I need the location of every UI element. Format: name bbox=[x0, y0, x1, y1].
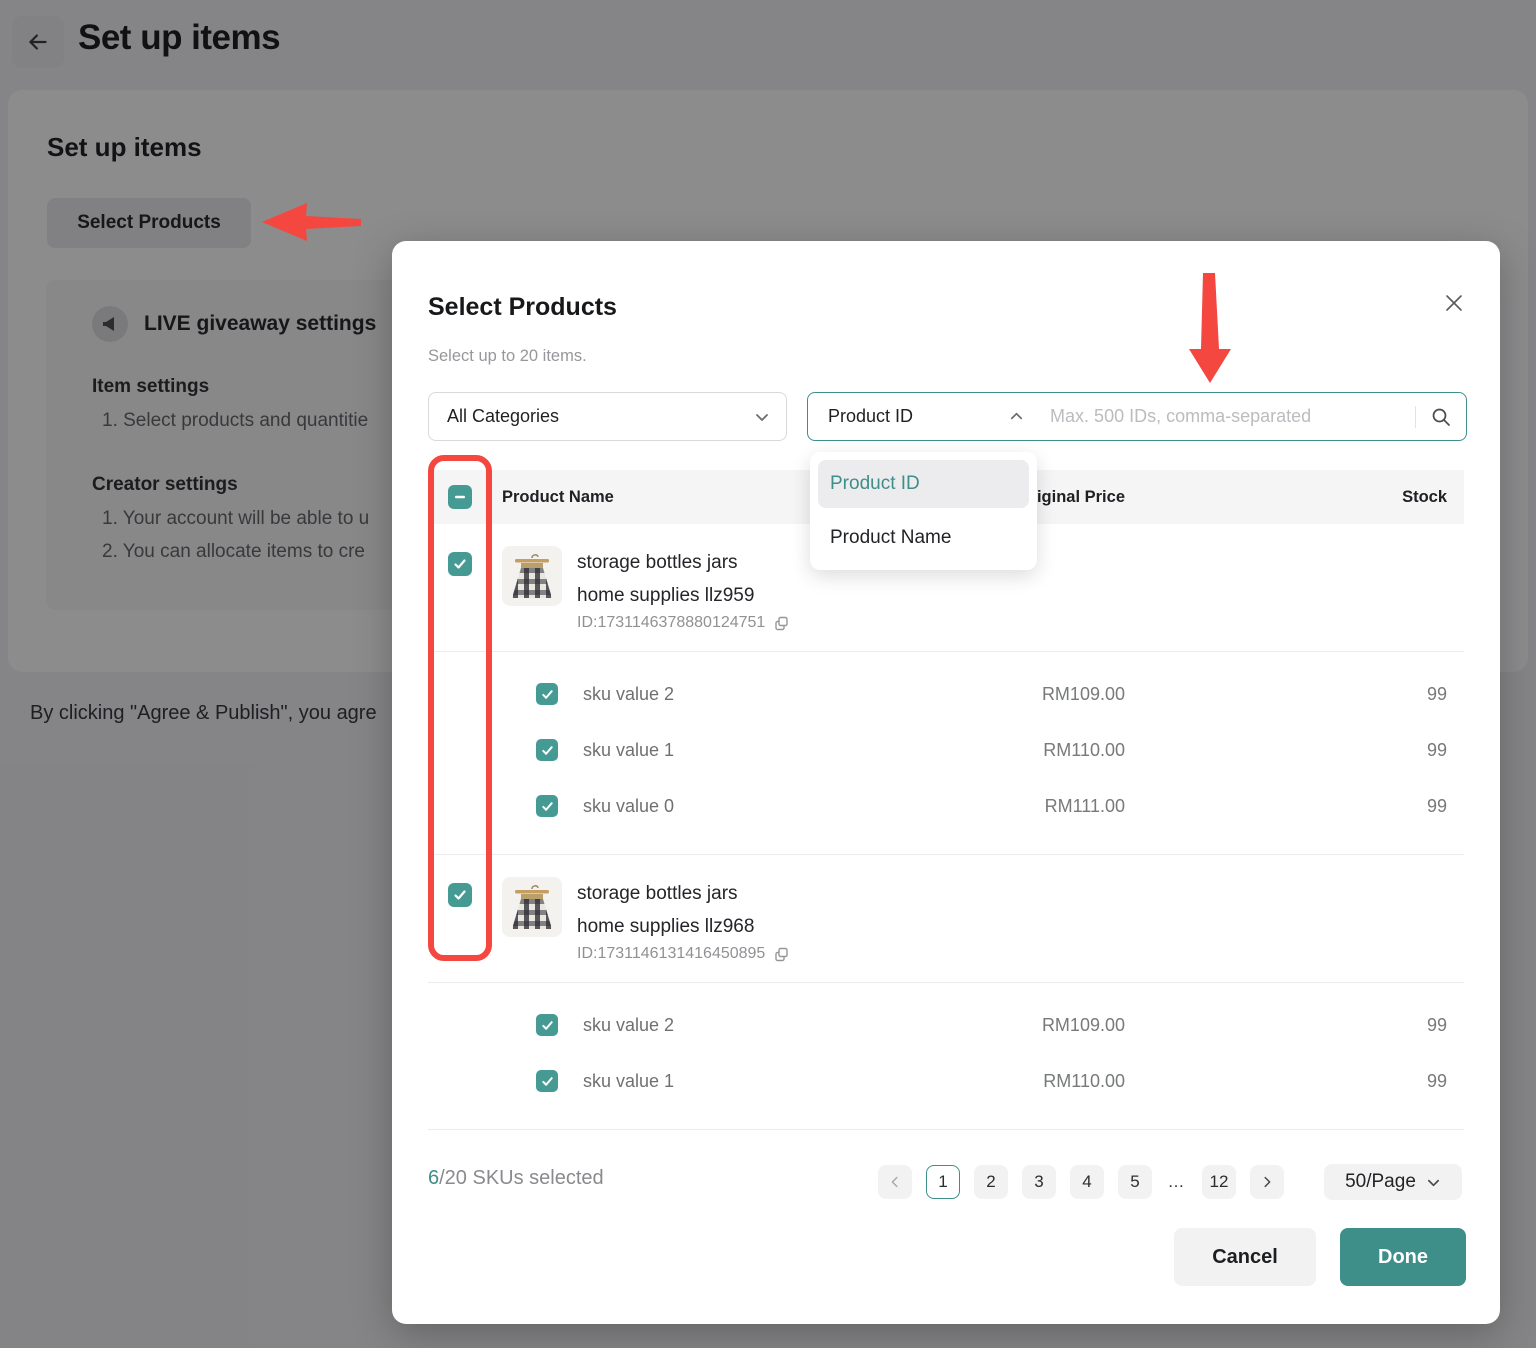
sku-price: RM110.00 bbox=[1043, 1071, 1125, 1092]
category-select[interactable]: All Categories bbox=[428, 392, 787, 441]
product-id: ID:1731146131416450895 bbox=[577, 945, 765, 963]
pagination-ellipsis: … bbox=[1166, 1172, 1188, 1192]
selected-count-number: 6 bbox=[428, 1167, 439, 1189]
select-all-checkbox[interactable] bbox=[448, 485, 472, 509]
product-block: storage bottles jars home supplies llz96… bbox=[428, 854, 1464, 1129]
sku-row: sku value 2 RM109.00 99 bbox=[428, 666, 1464, 722]
modal-title: Select Products bbox=[428, 293, 617, 322]
product-image bbox=[502, 877, 562, 937]
header-product-name: Product Name bbox=[502, 488, 614, 507]
header-stock: Stock bbox=[1402, 488, 1447, 507]
pagination-page-2[interactable]: 2 bbox=[974, 1165, 1008, 1199]
close-button[interactable] bbox=[1440, 289, 1468, 317]
product-id: ID:1731146378880124751 bbox=[577, 614, 765, 632]
pagination-page-4[interactable]: 4 bbox=[1070, 1165, 1104, 1199]
check-icon bbox=[541, 1075, 554, 1088]
check-icon bbox=[453, 557, 467, 571]
pagination-page-3[interactable]: 3 bbox=[1022, 1165, 1056, 1199]
sku-name: sku value 1 bbox=[583, 740, 674, 761]
sku-price: RM109.00 bbox=[1042, 684, 1125, 705]
search-type-dropdown: Product ID Product Name bbox=[810, 452, 1037, 570]
input-caret bbox=[1415, 406, 1416, 428]
check-icon bbox=[541, 744, 554, 757]
search-icon[interactable] bbox=[1430, 406, 1452, 428]
pagination-next-button[interactable] bbox=[1250, 1165, 1284, 1199]
done-button[interactable]: Done bbox=[1340, 1228, 1466, 1286]
modal-subtitle: Select up to 20 items. bbox=[428, 347, 587, 366]
search-input[interactable]: Max. 500 IDs, comma-separated bbox=[1050, 406, 1415, 427]
check-icon bbox=[453, 888, 467, 902]
dropdown-option-product-id[interactable]: Product ID bbox=[818, 460, 1029, 508]
sku-checkbox[interactable] bbox=[536, 683, 558, 705]
page-size-select[interactable]: 50/Page bbox=[1324, 1164, 1462, 1200]
close-icon bbox=[1443, 292, 1465, 314]
cancel-button[interactable]: Cancel bbox=[1174, 1228, 1316, 1286]
sku-stock: 99 bbox=[1427, 740, 1447, 761]
chevron-right-icon bbox=[1260, 1175, 1274, 1189]
sku-checkbox[interactable] bbox=[536, 1070, 558, 1092]
sku-checkbox[interactable] bbox=[536, 795, 558, 817]
pagination-page-5[interactable]: 5 bbox=[1118, 1165, 1152, 1199]
sku-price: RM109.00 bbox=[1042, 1015, 1125, 1036]
page-size-value: 50/Page bbox=[1345, 1171, 1416, 1193]
sku-row: sku value 1 RM110.00 99 bbox=[428, 1053, 1464, 1109]
sku-stock: 99 bbox=[1427, 796, 1447, 817]
selected-count-suffix: /20 SKUs selected bbox=[439, 1167, 604, 1189]
sku-row: sku value 0 RM111.00 99 bbox=[428, 778, 1464, 834]
product-name-line2: home supplies llz959 bbox=[577, 579, 790, 612]
copy-icon[interactable] bbox=[773, 615, 790, 632]
sku-name: sku value 0 bbox=[583, 796, 674, 817]
chevron-up-icon[interactable] bbox=[1009, 409, 1024, 424]
category-select-value: All Categories bbox=[447, 406, 754, 427]
sku-name: sku value 1 bbox=[583, 1071, 674, 1092]
pagination-prev-button[interactable] bbox=[878, 1165, 912, 1199]
chevron-left-icon bbox=[888, 1175, 902, 1189]
sku-stock: 99 bbox=[1427, 1071, 1447, 1092]
search-type-value: Product ID bbox=[828, 406, 913, 427]
sku-row: sku value 2 RM109.00 99 bbox=[428, 997, 1464, 1053]
sku-stock: 99 bbox=[1427, 1015, 1447, 1036]
sku-name: sku value 2 bbox=[583, 684, 674, 705]
check-icon bbox=[541, 800, 554, 813]
sku-price: RM110.00 bbox=[1043, 740, 1125, 761]
pagination: 1 2 3 4 5 … 12 bbox=[878, 1165, 1284, 1199]
indeterminate-icon bbox=[453, 490, 467, 504]
product-block: storage bottles jars home supplies llz95… bbox=[428, 524, 1464, 854]
sku-list: sku value 2 RM109.00 99 sku value 1 RM11… bbox=[428, 652, 1464, 854]
product-name-line1: storage bottles jars bbox=[577, 877, 790, 910]
chevron-down-icon bbox=[1426, 1175, 1441, 1190]
product-search-box[interactable]: Product ID Max. 500 IDs, comma-separated bbox=[807, 392, 1467, 441]
chevron-down-icon bbox=[754, 409, 770, 425]
product-name-line2: home supplies llz968 bbox=[577, 910, 790, 943]
sku-list: sku value 2 RM109.00 99 sku value 1 RM11… bbox=[428, 983, 1464, 1129]
select-products-modal: Select Products Select up to 20 items. A… bbox=[392, 241, 1500, 1324]
check-icon bbox=[541, 1019, 554, 1032]
product-checkbox[interactable] bbox=[448, 552, 472, 576]
pagination-page-12[interactable]: 12 bbox=[1202, 1165, 1236, 1199]
sku-price: RM111.00 bbox=[1045, 796, 1125, 817]
product-image bbox=[502, 546, 562, 606]
pagination-page-1[interactable]: 1 bbox=[926, 1165, 960, 1199]
sku-stock: 99 bbox=[1427, 684, 1447, 705]
sku-row: sku value 1 RM110.00 99 bbox=[428, 722, 1464, 778]
table-row: storage bottles jars home supplies llz96… bbox=[428, 855, 1464, 983]
sku-checkbox[interactable] bbox=[536, 1014, 558, 1036]
product-checkbox[interactable] bbox=[448, 883, 472, 907]
product-name-line1: storage bottles jars bbox=[577, 546, 790, 579]
sku-checkbox[interactable] bbox=[536, 739, 558, 761]
sku-name: sku value 2 bbox=[583, 1015, 674, 1036]
check-icon bbox=[541, 688, 554, 701]
copy-icon[interactable] bbox=[773, 946, 790, 963]
dropdown-option-product-name[interactable]: Product Name bbox=[818, 514, 1029, 562]
skus-selected-count: 6/20 SKUs selected bbox=[428, 1167, 604, 1190]
